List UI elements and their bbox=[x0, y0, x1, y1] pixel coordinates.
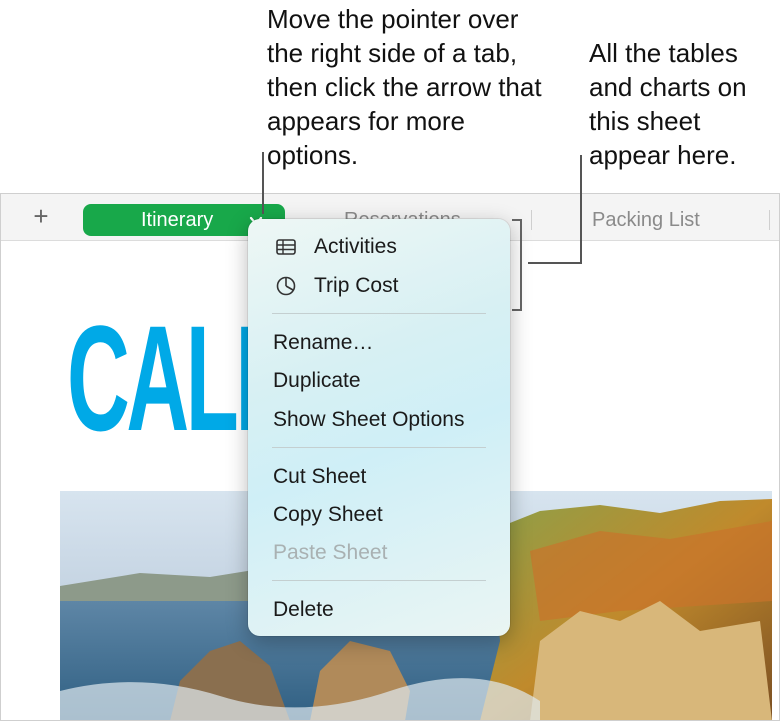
pie-chart-icon bbox=[276, 276, 296, 296]
bracket-objects bbox=[512, 309, 522, 311]
leader-line-objects bbox=[528, 262, 582, 264]
menu-item-rename[interactable]: Rename… bbox=[273, 330, 373, 356]
tab-divider bbox=[769, 210, 770, 230]
callout-tab-options: Move the pointer over the right side of … bbox=[267, 4, 542, 170]
menu-separator bbox=[272, 313, 486, 314]
tab-itinerary-label: Itinerary bbox=[141, 209, 214, 231]
menu-item-delete[interactable]: Delete bbox=[273, 597, 334, 623]
sheet-context-menu: Activities Trip Cost Rename… Duplicate S… bbox=[248, 219, 510, 636]
add-sheet-button[interactable]: + bbox=[27, 202, 55, 230]
menu-item-show-sheet-options[interactable]: Show Sheet Options bbox=[273, 407, 464, 433]
callout-tables-charts: All the tables and charts on this sheet … bbox=[589, 38, 747, 170]
leader-line-tab bbox=[262, 152, 264, 214]
bracket-objects bbox=[520, 219, 522, 311]
menu-separator bbox=[272, 580, 486, 581]
menu-item-duplicate[interactable]: Duplicate bbox=[273, 368, 361, 394]
tab-packing-list[interactable]: Packing List bbox=[592, 208, 700, 232]
menu-separator bbox=[272, 447, 486, 448]
leader-line-objects bbox=[580, 155, 582, 264]
menu-item-activities[interactable]: Activities bbox=[314, 234, 397, 260]
menu-item-copy-sheet[interactable]: Copy Sheet bbox=[273, 502, 383, 528]
table-icon bbox=[276, 239, 296, 255]
menu-item-cut-sheet[interactable]: Cut Sheet bbox=[273, 464, 366, 490]
bracket-objects bbox=[512, 219, 522, 221]
menu-item-paste-sheet: Paste Sheet bbox=[273, 541, 388, 564]
tab-divider bbox=[531, 210, 532, 230]
menu-item-trip-cost[interactable]: Trip Cost bbox=[314, 273, 398, 299]
